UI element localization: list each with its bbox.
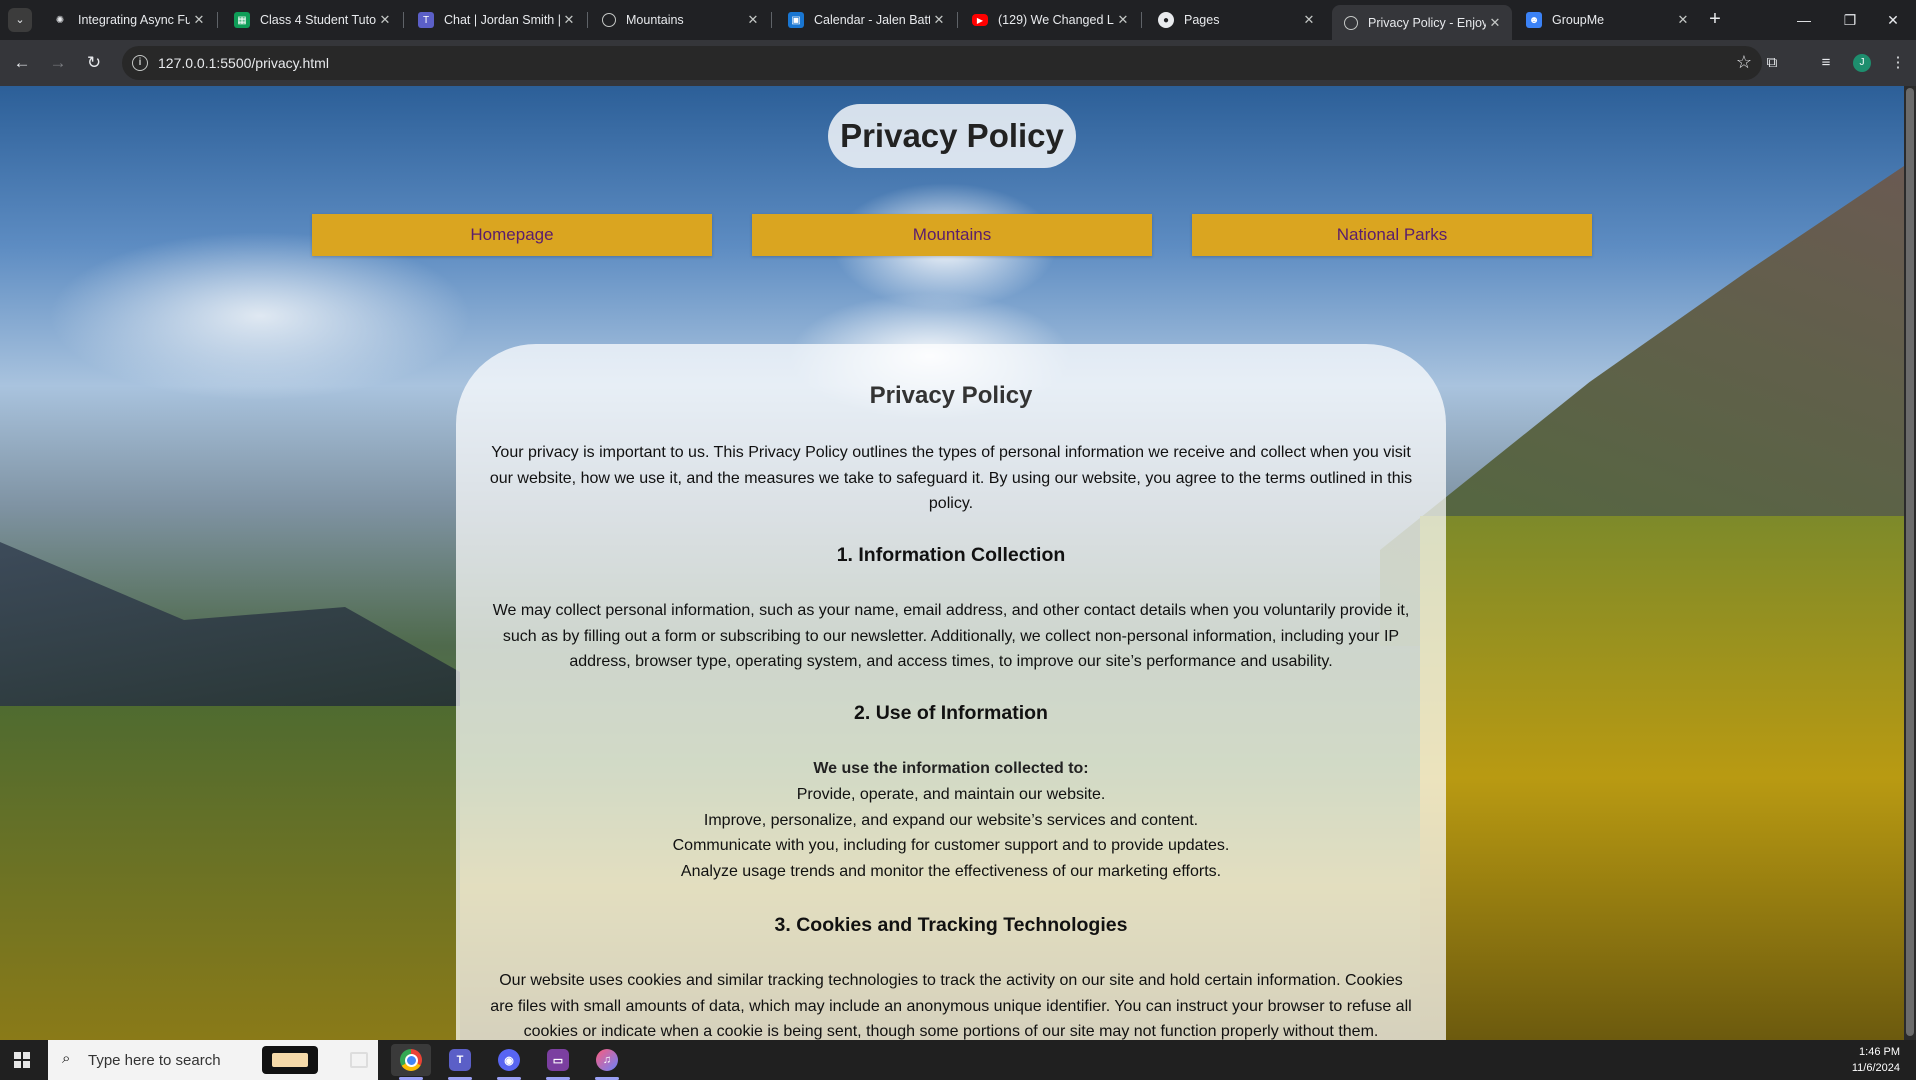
search-placeholder: Type here to search [88, 1052, 221, 1069]
tab-mountains[interactable]: Mountains ✕ [590, 5, 770, 35]
close-tab-icon[interactable]: ✕ [1674, 12, 1692, 28]
clock-date: 11/6/2024 [1851, 1062, 1900, 1074]
new-tab-button[interactable]: + [1704, 9, 1726, 31]
search-icon: ⌕ [62, 1050, 71, 1067]
nav-national-parks-link[interactable]: National Parks [1192, 214, 1592, 256]
teams-icon: T [418, 12, 434, 28]
close-tab-icon[interactable]: ✕ [930, 12, 948, 28]
close-tab-icon[interactable]: ✕ [560, 12, 578, 28]
tab-privacy-policy[interactable]: Privacy Policy - Enjoy ✕ [1332, 5, 1512, 40]
url-text[interactable]: 127.0.0.1:5500/privacy.html [158, 55, 329, 71]
app-taskbar-icon[interactable]: ▭ [538, 1044, 578, 1080]
background-meadow [1420, 516, 1904, 1040]
windows-taskbar: ⌕ Type here to search T ◉ ▭ ♫ 1:46 PM 11… [0, 1040, 1916, 1080]
itunes-taskbar-icon[interactable]: ♫ [587, 1044, 627, 1080]
globe-icon [602, 13, 616, 27]
start-button[interactable] [14, 1052, 30, 1068]
teams-taskbar-icon[interactable]: T [440, 1044, 480, 1080]
task-view-icon[interactable] [339, 1044, 379, 1076]
close-tab-icon[interactable]: ✕ [1300, 12, 1318, 28]
section-3-paragraph: Our website uses cookies and similar tra… [490, 972, 1412, 1040]
groupme-icon: ☻ [1526, 12, 1542, 28]
close-tab-icon[interactable]: ✕ [1486, 15, 1504, 31]
nav-mountains-link[interactable]: Mountains [752, 214, 1152, 256]
tab-bar: ⌄ ✺ Integrating Async Fun ✕ ▦ Class 4 St… [0, 0, 1916, 40]
tab-github-pages[interactable]: ● Pages ✕ [1146, 5, 1326, 35]
intro-paragraph: Your privacy is important to us. This Pr… [489, 444, 1413, 512]
tab-teams-chat[interactable]: T Chat | Jordan Smith | ✕ [406, 5, 586, 35]
menu-icon[interactable]: ⋮ [1886, 51, 1910, 75]
media-controls-icon[interactable]: ≡ [1814, 51, 1838, 75]
scrollbar-thumb[interactable] [1906, 88, 1914, 1036]
section-2-heading: 2. Use of Information [854, 702, 1048, 724]
close-tab-icon[interactable]: ✕ [190, 12, 208, 28]
close-window-button[interactable]: ✕ [1870, 0, 1916, 40]
section-1-paragraph: We may collect personal information, suc… [492, 602, 1410, 670]
sheets-icon: ▦ [234, 12, 250, 28]
section-2-list-item: Analyze usage trends and monitor the eff… [680, 863, 1222, 880]
section-2-list-item: Provide, operate, and maintain our websi… [796, 786, 1106, 803]
background-meadow [0, 706, 460, 1040]
close-tab-icon[interactable]: ✕ [376, 12, 394, 28]
reload-button[interactable]: ↻ [82, 51, 106, 75]
tab-calendar[interactable]: ▣ Calendar - Jalen Batti ✕ [776, 5, 956, 35]
youtube-icon: ▶ [972, 14, 988, 26]
section-2-list-item: Communicate with you, including for cust… [672, 837, 1230, 854]
tab-youtube[interactable]: ▶ (129) We Changed Le ✕ [960, 5, 1140, 35]
address-bar[interactable]: i 127.0.0.1:5500/privacy.html ☆ [122, 46, 1762, 80]
browser-toolbar: ← → ↻ i 127.0.0.1:5500/privacy.html ☆ ⧉ … [0, 40, 1916, 86]
openai-icon: ✺ [55, 14, 65, 26]
profile-avatar[interactable]: J [1853, 54, 1871, 72]
clock-time: 1:46 PM [1859, 1046, 1900, 1058]
nav-homepage-link[interactable]: Homepage [312, 214, 712, 256]
section-2-lead: We use the information collected to: [813, 760, 1089, 777]
chrome-taskbar-icon[interactable] [391, 1044, 431, 1080]
site-title: Privacy Policy [828, 104, 1076, 168]
section-2-list-item: Improve, personalize, and expand our web… [703, 812, 1199, 829]
forward-button[interactable]: → [46, 51, 70, 75]
tab-integrating-async[interactable]: ✺ Integrating Async Fun ✕ [40, 5, 216, 35]
tab-class-4-student[interactable]: ▦ Class 4 Student Tutor ✕ [222, 5, 402, 35]
taskbar-search[interactable]: ⌕ Type here to search [48, 1040, 378, 1080]
minimize-button[interactable]: ― [1781, 0, 1827, 40]
site-info-icon[interactable]: i [132, 55, 148, 71]
system-clock[interactable]: 1:46 PM 11/6/2024 [1852, 1044, 1900, 1076]
outlook-icon: ▣ [788, 12, 804, 28]
close-tab-icon[interactable]: ✕ [744, 12, 762, 28]
content-heading: Privacy Policy [869, 382, 1033, 409]
discord-taskbar-icon[interactable]: ◉ [489, 1044, 529, 1080]
globe-icon [1344, 15, 1358, 30]
restore-button[interactable]: ❐ [1827, 0, 1873, 40]
section-3-heading: 3. Cookies and Tracking Technologies [774, 914, 1128, 936]
close-tab-icon[interactable]: ✕ [1114, 12, 1132, 28]
bookmark-star-icon[interactable]: ☆ [1736, 52, 1752, 73]
github-icon: ● [1158, 12, 1174, 28]
extensions-icon[interactable]: ⧉ [1760, 51, 1784, 75]
tab-search-button[interactable]: ⌄ [8, 8, 32, 32]
privacy-content-card: Privacy Policy Your privacy is important… [456, 344, 1446, 1064]
tab-groupme[interactable]: ☻ GroupMe ✕ [1514, 5, 1700, 35]
search-highlight-icon[interactable] [262, 1046, 318, 1074]
section-1-heading: 1. Information Collection [836, 544, 1066, 566]
back-button[interactable]: ← [10, 51, 34, 75]
